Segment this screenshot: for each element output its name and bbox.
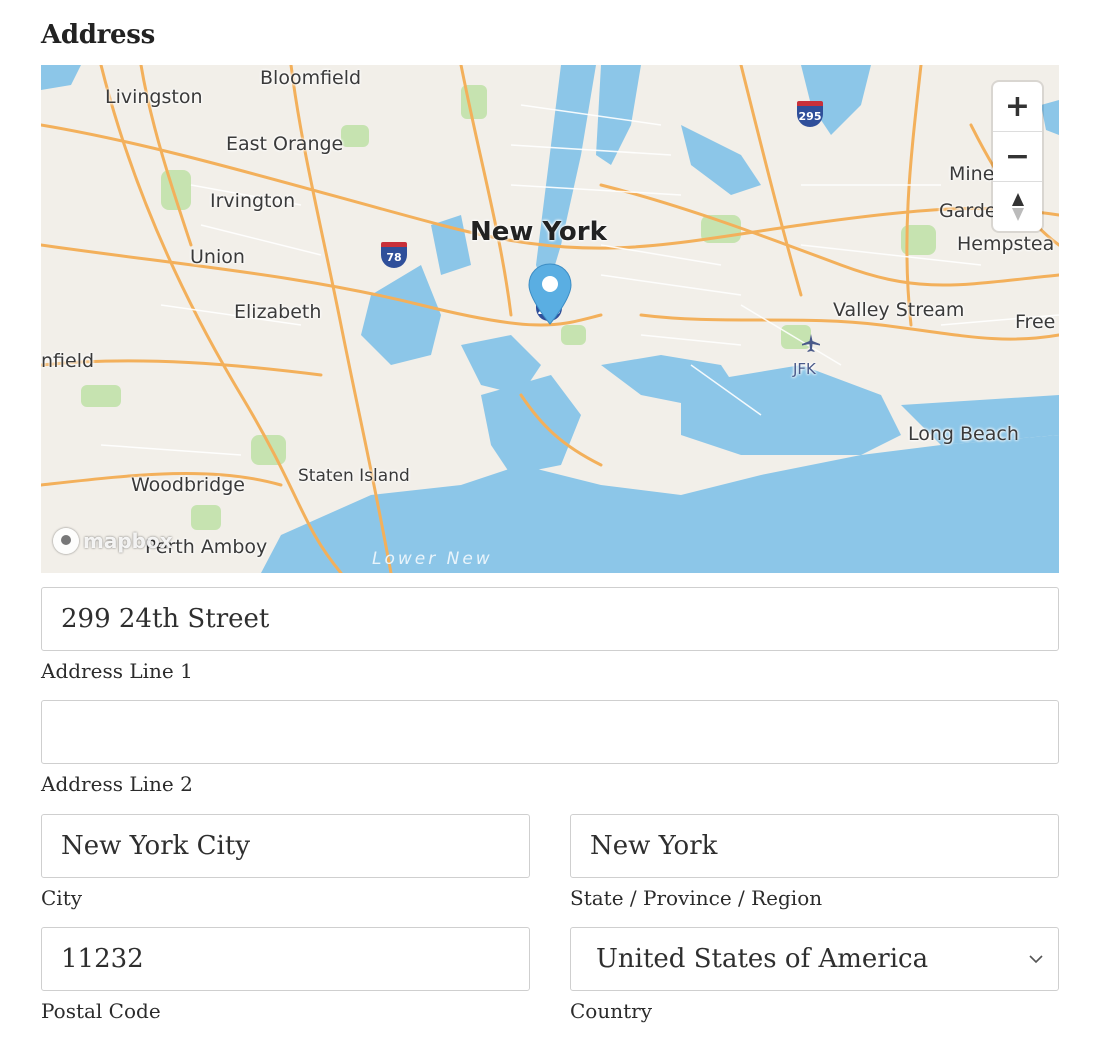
interstate-78-shield-icon: 78 — [381, 242, 407, 268]
zoom-out-button[interactable]: − — [993, 132, 1042, 182]
map-label-jfk: JFK — [793, 360, 816, 378]
zoom-in-button[interactable]: + — [993, 82, 1042, 132]
state-value: New York — [590, 831, 718, 861]
address-line1-input[interactable]: 299 24th Street — [41, 587, 1059, 651]
map-label-mineola: Mine — [949, 163, 995, 185]
postal-code-value: 11232 — [61, 944, 144, 974]
city-input[interactable]: New York City — [41, 814, 530, 878]
postal-code-input[interactable]: 11232 — [41, 927, 530, 991]
address-map[interactable]: Bloomfield Livingston East Orange Irving… — [41, 65, 1059, 573]
state-input[interactable]: New York — [570, 814, 1059, 878]
compass-reset-button[interactable] — [993, 182, 1042, 231]
map-label-freeport: Free — [1015, 311, 1056, 333]
map-label-new-york: New York — [470, 217, 607, 247]
address-line1-label: Address Line 1 — [41, 659, 193, 683]
postal-code-label: Postal Code — [41, 999, 161, 1023]
map-label-long-beach: Long Beach — [908, 423, 1019, 445]
mapbox-logo-icon — [53, 528, 79, 554]
map-label-elizabeth: Elizabeth — [234, 301, 322, 323]
map-label-lower-bay: Lower New — [372, 549, 493, 569]
map-label-irvington: Irvington — [210, 190, 296, 212]
address-section-title: Address — [41, 20, 155, 50]
country-value: United States of America — [596, 944, 929, 974]
mapbox-logo-text: mapbox — [83, 529, 173, 553]
city-label: City — [41, 886, 83, 910]
map-label-hempstead: Hempstea — [957, 233, 1055, 255]
address-line2-input[interactable] — [41, 700, 1059, 764]
map-label-east-orange: East Orange — [226, 133, 344, 155]
compass-icon — [1011, 192, 1024, 221]
map-zoom-control: + − — [993, 82, 1042, 231]
country-label: Country — [570, 999, 653, 1023]
address-line2-label: Address Line 2 — [41, 772, 193, 796]
airport-icon — [802, 334, 820, 352]
map-label-woodbridge: Woodbridge — [131, 474, 245, 496]
map-label-plainfield: nfield — [41, 350, 95, 372]
map-label-staten-island: Staten Island — [298, 466, 410, 486]
map-label-union: Union — [190, 246, 245, 268]
city-value: New York City — [61, 831, 251, 861]
location-pin-icon[interactable] — [528, 263, 572, 325]
country-select[interactable]: United States of America — [570, 927, 1059, 991]
interstate-295-shield-icon: 295 — [797, 101, 823, 127]
map-label-livingston: Livingston — [105, 86, 203, 108]
map-label-bloomfield: Bloomfield — [260, 67, 362, 89]
chevron-down-icon — [1029, 955, 1043, 964]
state-label: State / Province / Region — [570, 886, 823, 910]
mapbox-logo[interactable]: mapbox — [53, 528, 173, 554]
address-line1-value: 299 24th Street — [61, 604, 270, 634]
map-label-valley-stream: Valley Stream — [833, 299, 965, 321]
